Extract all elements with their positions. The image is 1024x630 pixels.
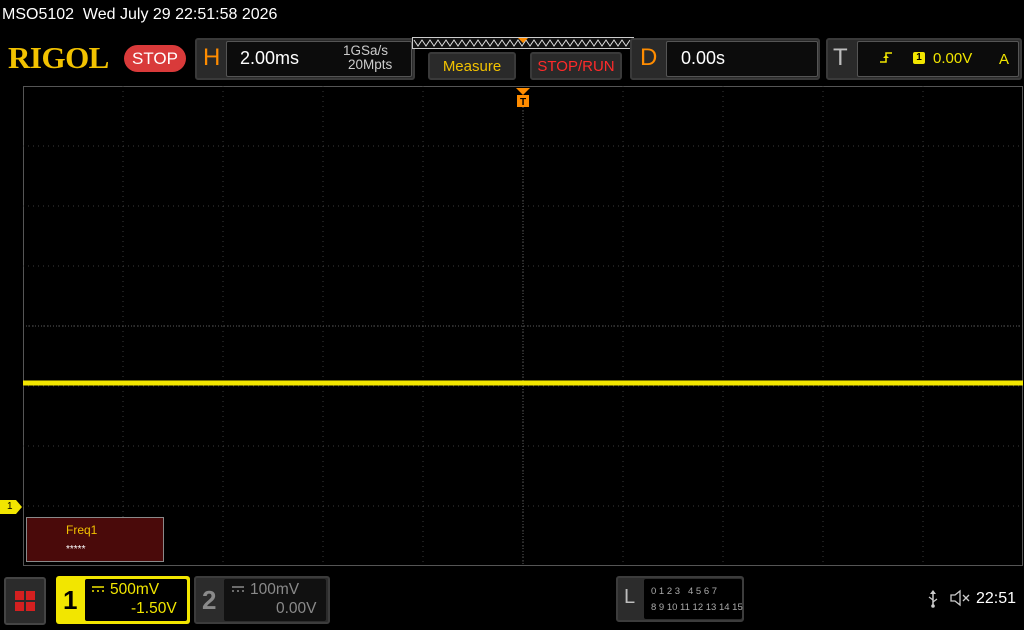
measure-button[interactable]: Measure: [428, 52, 516, 80]
graticule-grid: [23, 86, 1023, 566]
dc-coupling-icon: [92, 586, 104, 592]
trigger-source-badge: 1: [913, 52, 925, 64]
ch1-offset: -1.50V: [131, 600, 177, 617]
window-title: MSO5102 Wed July 29 22:51:58 2026: [2, 6, 278, 23]
logic-channels-row-1: 0 1 2 3 4 5 6 7: [651, 586, 718, 597]
run-status-badge: STOP: [124, 45, 186, 72]
main-menu-button[interactable]: [4, 577, 46, 625]
timebase-value: 2.00ms: [240, 48, 300, 68]
logic-letter: L: [624, 586, 636, 608]
ch1-scale: 500mV: [110, 581, 160, 598]
grid-menu-icon: [15, 591, 35, 611]
svg-text:T: T: [520, 97, 526, 108]
trigger-mode: A: [999, 51, 1010, 68]
ch1-ground-marker-label: 1: [7, 501, 13, 512]
sample-rate: 1GSa/s: [343, 43, 389, 58]
horizontal-letter: H: [203, 44, 221, 71]
memory-position-strip: [412, 37, 634, 49]
delay-letter: D: [640, 44, 658, 71]
stop-run-button[interactable]: STOP/RUN: [530, 52, 622, 80]
logic-channels-box[interactable]: [644, 579, 742, 619]
ch2-scale: 100mV: [250, 581, 300, 598]
delay-value: 0.00s: [681, 48, 726, 68]
dc-coupling-icon: [232, 586, 244, 592]
ch2-offset: 0.00V: [276, 600, 317, 617]
waveform-graticule[interactable]: [23, 86, 1023, 566]
clock: 22:51: [976, 590, 1017, 607]
memory-depth: 20Mpts: [348, 57, 393, 72]
trigger-position-marker[interactable]: T: [516, 88, 530, 108]
trigger-letter: T: [833, 44, 848, 71]
trigger-level: 0.00V: [933, 50, 973, 67]
speaker-muted-icon[interactable]: [950, 589, 972, 607]
logic-channels-row-2: 8 9 10 11 12 13 14 15: [651, 602, 743, 613]
measurement-label: Freq1: [66, 523, 98, 537]
measurement-value: *****: [66, 544, 86, 555]
ch1-number: 1: [63, 585, 78, 615]
usb-icon: [928, 590, 938, 608]
rigol-logo: RIGOL: [8, 40, 109, 75]
ch2-number: 2: [202, 585, 217, 615]
rising-edge-icon: [880, 52, 892, 63]
